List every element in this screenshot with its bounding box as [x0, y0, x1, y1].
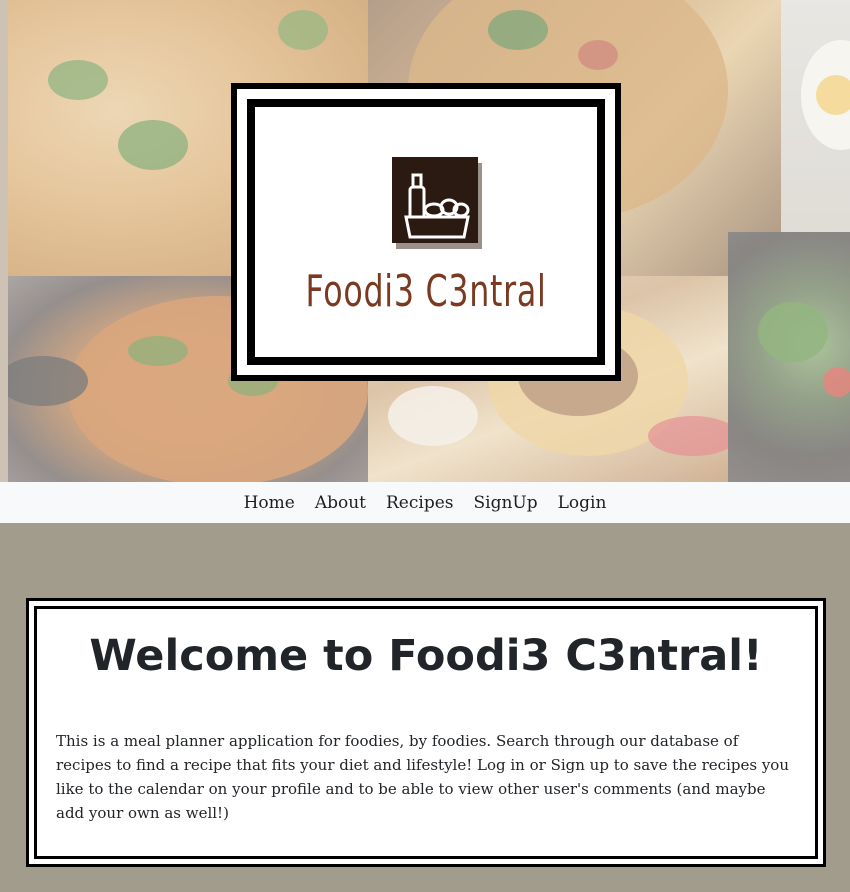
welcome-title: Welcome to Foodi3 C3ntral! — [89, 631, 763, 681]
logo-frame-inner: Foodi3 C3ntral — [247, 99, 605, 365]
hero-banner: Foodi3 C3ntral — [0, 0, 850, 482]
nav-about-link[interactable]: About — [315, 493, 366, 513]
main-navbar: Home About Recipes SignUp Login — [0, 482, 850, 523]
nav-login-link[interactable]: Login — [558, 493, 607, 513]
logo-frame: Foodi3 C3ntral — [231, 83, 621, 381]
grocery-bag-icon — [392, 157, 482, 249]
welcome-card-inner: Welcome to Foodi3 C3ntral! This is a mea… — [34, 606, 818, 859]
nav-recipes-link[interactable]: Recipes — [386, 493, 454, 513]
welcome-card: Welcome to Foodi3 C3ntral! This is a mea… — [26, 598, 826, 867]
nav-signup-link[interactable]: SignUp — [474, 493, 538, 513]
logo-wordmark: Foodi3 C3ntral — [305, 266, 547, 317]
welcome-description: This is a meal planner application for f… — [56, 732, 789, 822]
nav-home-link[interactable]: Home — [244, 493, 295, 513]
